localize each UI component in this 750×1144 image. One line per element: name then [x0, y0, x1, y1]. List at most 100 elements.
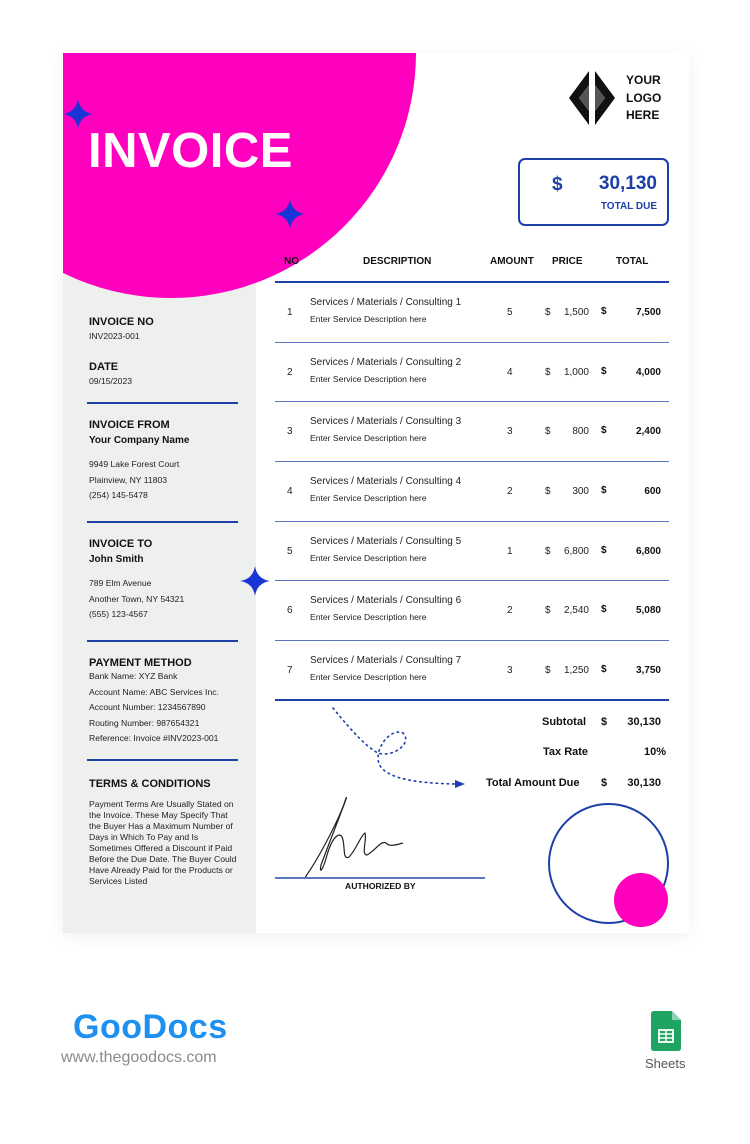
row-price: 1,250 [563, 665, 589, 677]
row-amount: 4 [507, 366, 513, 378]
date-label: DATE [89, 361, 119, 373]
sparkle-star-icon [240, 566, 270, 596]
row-description: Enter Service Description here [310, 552, 427, 563]
row-number: 2 [287, 366, 293, 378]
signature-image [303, 796, 404, 880]
table-header: NO DESCRIPTION AMOUNT PRICE TOTAL [275, 250, 669, 283]
row-description: Enter Service Description here [310, 314, 427, 324]
table-row: 3 Services / Materials / Consulting 3 Ente… [275, 402, 669, 463]
total-due-currency: $ [552, 174, 563, 195]
terms-label: TERMS & CONDITIONS [89, 778, 211, 790]
total-due-label: TOTAL DUE [600, 201, 657, 212]
row-amount: 3 [507, 426, 513, 438]
invoice-from-label: INVOICE FROM [89, 419, 170, 431]
row-price-currency: $ [545, 605, 551, 617]
address-line: 9949 Lake Forest Court [89, 459, 180, 469]
google-sheets-icon[interactable] [651, 1011, 681, 1051]
row-price-currency: $ [545, 486, 551, 498]
row-price-currency: $ [545, 366, 551, 378]
payment-line: Account Number: 1234567890 [89, 702, 206, 712]
row-total-currency: $ [601, 365, 607, 377]
address-line: Another Town, NY 54321 [89, 593, 185, 604]
divider [87, 640, 238, 642]
logo-line: HERE [626, 108, 660, 122]
invoice-to-block: INVOICE TO John Smith 789 Elm Avenue Ano… [89, 538, 239, 623]
payment-line: Reference: Invoice #INV2023-001 [89, 733, 219, 743]
invoice-no-block: INVOICE NO INV2023-001 [89, 316, 239, 345]
invoice-to-name: John Smith [89, 554, 144, 565]
row-title: Services / Materials / Consulting 2 [310, 356, 462, 368]
row-total: 7,500 [635, 307, 661, 318]
header-total: TOTAL [616, 256, 649, 267]
logo-line: YOUR [626, 73, 661, 87]
goodocs-logo[interactable]: GooDocs [73, 1008, 228, 1047]
row-total: 600 [644, 486, 661, 498]
table-row: 7 Services / Materials / Consulting 7 Ente… [275, 641, 669, 701]
row-total-currency: $ [601, 604, 607, 616]
header-no: NO [284, 256, 299, 267]
row-number: 1 [287, 307, 293, 318]
row-price: 6,800 [563, 545, 589, 557]
invoice-from-block: INVOICE FROM Your Company Name 9949 Lake… [89, 419, 239, 504]
table-row: 6 Services / Materials / Consulting 6 Ente… [275, 581, 669, 642]
row-price-currency: $ [545, 307, 551, 318]
tax-rate-value: 10% [643, 746, 666, 758]
date-block: DATE 09/15/2023 [89, 361, 239, 390]
terms-text: Payment Terms Are Usually Stated on the … [89, 799, 237, 886]
row-total-currency: $ [601, 664, 607, 676]
tax-rate-label: Tax Rate [543, 746, 589, 758]
decorative-pink-dot [614, 873, 668, 927]
row-total: 2,400 [635, 426, 661, 438]
total-due-amount: 30,130 [598, 173, 657, 194]
total-amount-due-currency: $ [601, 777, 608, 789]
signature-line [275, 877, 485, 879]
row-total: 5,080 [635, 605, 661, 617]
row-price-currency: $ [545, 545, 551, 557]
address-line: Plainview, NY 11803 [89, 474, 168, 485]
row-total-currency: $ [601, 485, 607, 497]
logo-line: LOGO [626, 90, 662, 105]
table-row: 1 Services / Materials / Consulting 1 Ente… [275, 283, 669, 343]
row-amount: 3 [507, 665, 513, 677]
row-number: 4 [287, 486, 293, 498]
row-price: 2,540 [563, 605, 589, 617]
row-total-currency: $ [601, 425, 607, 437]
address-line: 789 Elm Avenue [89, 578, 152, 588]
total-amount-due-label: Total Amount Due [486, 777, 580, 789]
divider [87, 521, 238, 523]
row-description: Enter Service Description here [310, 373, 427, 384]
invoice-page: INVOICE YOUR LOGO HERE $ 30,130 TOTAL DU… [63, 53, 689, 933]
row-amount: 2 [507, 486, 513, 498]
row-title: Services / Materials / Consulting 6 [310, 595, 462, 607]
row-number: 5 [287, 545, 293, 557]
row-title: Services / Materials / Consulting 5 [310, 535, 462, 547]
row-price: 800 [572, 426, 589, 438]
row-price: 1,000 [563, 366, 589, 378]
row-description: Enter Service Description here [310, 493, 427, 504]
row-amount: 2 [507, 605, 513, 617]
table-row: 4 Services / Materials / Consulting 4 Ente… [275, 462, 669, 522]
invoice-title: INVOICE [88, 124, 293, 178]
row-description: Enter Service Description here [310, 612, 427, 623]
row-price: 1,500 [563, 307, 589, 318]
row-total-currency: $ [601, 544, 607, 556]
row-title: Services / Materials / Consulting 4 [310, 476, 462, 488]
row-number: 7 [287, 665, 293, 677]
payment-line: Routing Number: 987654321 [89, 717, 200, 728]
payment-method-label: PAYMENT METHOD [89, 657, 192, 669]
sparkle-star-icon [275, 199, 305, 229]
invoice-from-name: Your Company Name [89, 435, 190, 446]
row-title: Services / Materials / Consulting 7 [310, 655, 462, 667]
dotted-arrow-icon [332, 707, 465, 788]
row-price-currency: $ [545, 665, 551, 677]
terms-block: TERMS & CONDITIONS Payment Terms Are Usu… [89, 778, 239, 887]
row-price: 300 [572, 486, 589, 498]
logo-mark-icon [569, 71, 615, 125]
goodocs-url[interactable]: www.thegoodocs.com [61, 1049, 217, 1067]
row-price-currency: $ [545, 426, 551, 438]
table-body: 1 Services / Materials / Consulting 1 Ente… [275, 283, 669, 701]
phone: (555) 123-4567 [89, 609, 148, 619]
row-number: 6 [287, 605, 293, 617]
payment-line: Bank Name: XYZ Bank [89, 671, 178, 681]
date-value: 09/15/2023 [89, 376, 133, 386]
